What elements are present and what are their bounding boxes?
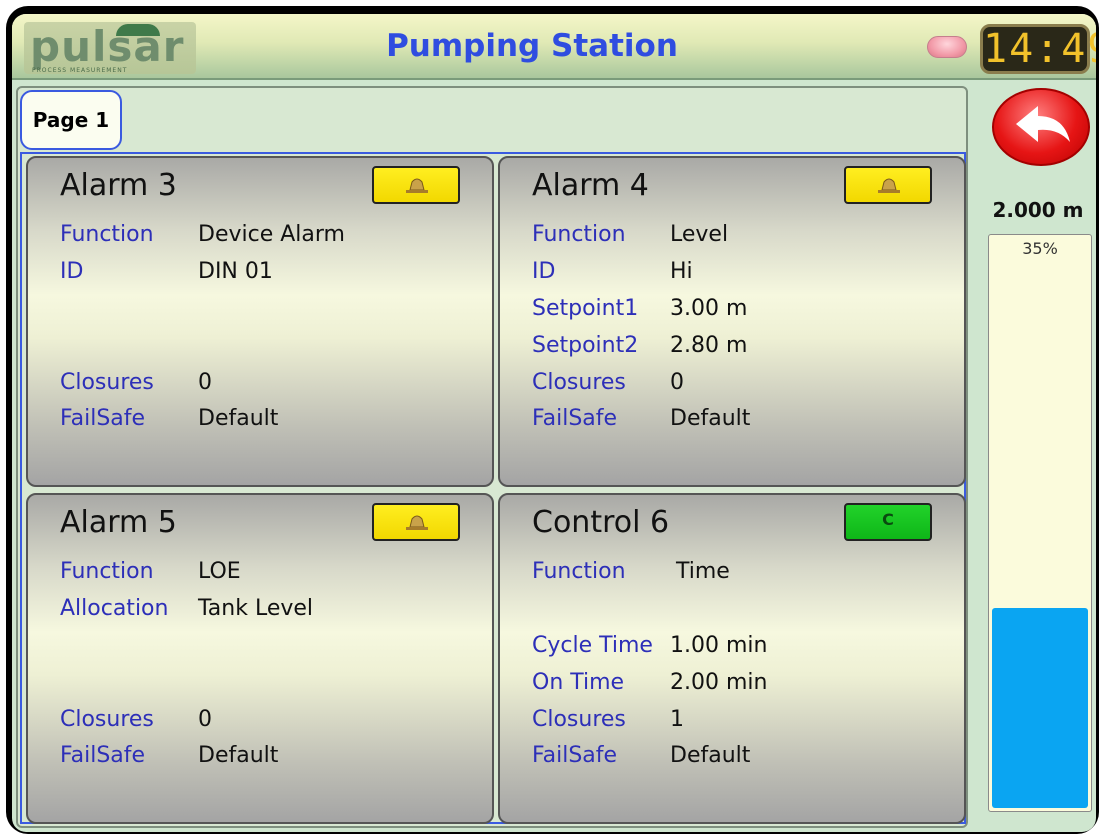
control-card-control-6[interactable]: Control 6 C Function Time Cycle Time 1.0…	[498, 493, 966, 824]
page-title: Pumping Station	[386, 28, 678, 64]
card-title: Alarm 5	[60, 505, 177, 540]
field-value: Hi	[670, 259, 693, 284]
field-value: Device Alarm	[198, 222, 345, 247]
tab-page-1[interactable]: Page 1	[20, 90, 122, 150]
field-value: Time	[676, 559, 730, 584]
header-bar: pulsar PROCESS MEASUREMENT Pumping Stati…	[12, 14, 1096, 80]
alarm-card-alarm-5[interactable]: Alarm 5 Function LOE Allocation Tank Lev…	[26, 493, 494, 824]
field-value: DIN 01	[198, 259, 273, 284]
back-button[interactable]	[992, 88, 1090, 166]
field-label: Cycle Time	[532, 633, 653, 658]
field-label: Closures	[60, 370, 154, 395]
bell-icon	[406, 515, 428, 530]
field-value: 2.00 min	[670, 670, 768, 695]
card-grid: Alarm 3 Function Device Alarm ID DIN 01	[20, 152, 966, 824]
field-label: FailSafe	[60, 406, 146, 431]
logo-text: pulsar	[30, 22, 185, 71]
status-led-indicator	[927, 36, 967, 58]
field-value: 0	[198, 370, 212, 395]
field-label: Function	[532, 222, 626, 247]
field-value: LOE	[198, 559, 241, 584]
field-label: ID	[532, 259, 556, 284]
bell-icon	[406, 178, 428, 193]
card-title: Alarm 3	[60, 168, 177, 203]
control-status-badge[interactable]: C	[844, 503, 932, 541]
card-title: Alarm 4	[532, 168, 649, 203]
field-label: ID	[60, 259, 84, 284]
field-value: 0	[198, 707, 212, 732]
field-value: 1	[670, 707, 684, 732]
field-label: Function	[60, 559, 154, 584]
alarm-card-alarm-4[interactable]: Alarm 4 Function Level ID Hi Setpoint1 3…	[498, 156, 966, 487]
field-value: Default	[198, 406, 279, 431]
field-label: Setpoint1	[532, 296, 639, 321]
field-label: Closures	[532, 707, 626, 732]
field-label: Allocation	[60, 596, 169, 621]
control-icon: C	[882, 510, 894, 529]
bell-icon	[878, 178, 900, 193]
alarm-status-badge[interactable]	[372, 503, 460, 541]
alarm-card-alarm-3[interactable]: Alarm 3 Function Device Alarm ID DIN 01	[26, 156, 494, 487]
field-value: 1.00 min	[670, 633, 768, 658]
field-value: Default	[198, 743, 279, 768]
field-label: Function	[532, 559, 626, 584]
hmi-screen: pulsar PROCESS MEASUREMENT Pumping Stati…	[12, 14, 1096, 832]
field-value: Level	[670, 222, 729, 247]
card-title: Control 6	[532, 505, 670, 540]
level-percent-label: 35%	[1022, 239, 1058, 258]
field-value: 3.00 m	[670, 296, 748, 321]
field-value: Default	[670, 743, 751, 768]
field-label: Function	[60, 222, 154, 247]
pulsar-logo: pulsar PROCESS MEASUREMENT	[24, 22, 196, 74]
field-label: Setpoint2	[532, 333, 639, 358]
clock-display: 14:49	[980, 24, 1096, 74]
field-label: Closures	[532, 370, 626, 395]
back-arrow-icon	[1016, 106, 1070, 142]
level-gauge-fill	[992, 608, 1088, 808]
field-value: 2.80 m	[670, 333, 748, 358]
logo-subtext: PROCESS MEASUREMENT	[32, 67, 128, 74]
field-value: Default	[670, 406, 751, 431]
alarm-status-badge[interactable]	[844, 166, 932, 204]
field-label: FailSafe	[60, 743, 146, 768]
field-value: 0	[670, 370, 684, 395]
level-gauge: 35%	[988, 234, 1092, 812]
field-label: FailSafe	[532, 406, 618, 431]
field-label: Closures	[60, 707, 154, 732]
field-label: On Time	[532, 670, 625, 695]
field-label: FailSafe	[532, 743, 618, 768]
main-panel: Page 1 Alarm 3 Function Device Alarm ID	[16, 86, 968, 828]
alarm-status-badge[interactable]	[372, 166, 460, 204]
level-readout: 2.000 m	[992, 198, 1084, 222]
field-value: Tank Level	[198, 596, 314, 621]
